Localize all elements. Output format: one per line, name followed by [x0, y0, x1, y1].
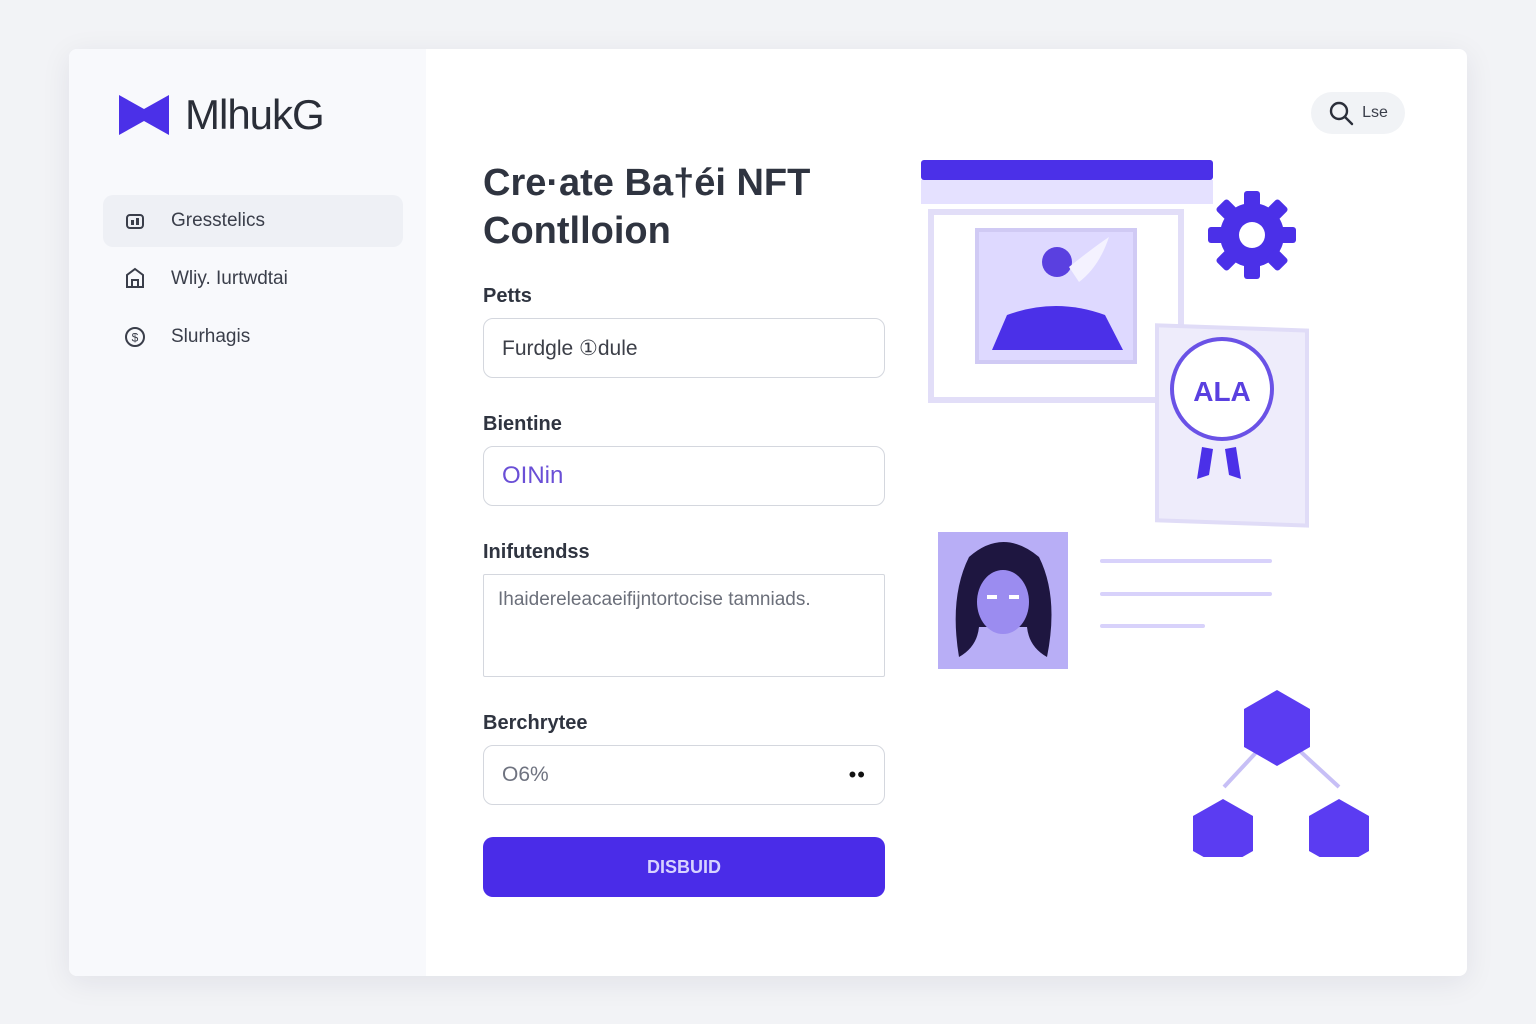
banner-shadow [921, 180, 1213, 204]
sidebar: MlhukG Gresstelics Wliy. Iurtwdtai $ Slu… [69, 49, 426, 976]
shield-icon [123, 267, 147, 291]
page-title: Cre·ate Ba†éi NFT Contlloion [483, 159, 885, 255]
create-nft-form: Cre·ate Ba†éi NFT Contlloion Petts Furdg… [483, 159, 885, 897]
bowtie-logo-icon [119, 95, 169, 135]
sidebar-nav: Gresstelics Wliy. Iurtwdtai $ Slurhagis [103, 195, 403, 369]
hex-network-icon [1193, 690, 1369, 857]
brand-name: MlhukG [185, 91, 325, 138]
brand-logo[interactable]: MlhukG [119, 91, 325, 139]
svg-text:$: $ [132, 331, 139, 345]
dollar-icon: $ [123, 325, 147, 349]
field1-label: Petts [483, 285, 532, 307]
search-button[interactable]: Lse [1311, 92, 1405, 134]
sidebar-item-1[interactable]: Wliy. Iurtwdtai [103, 253, 403, 305]
sidebar-item-label: Slurhagis [171, 326, 251, 347]
app-window: MlhukG Gresstelics Wliy. Iurtwdtai $ Slu… [69, 49, 1467, 976]
field3-value: Ihaidereleacaeifijntortocise tamniads. [498, 589, 811, 610]
page-title-line1: Cre·ate Ba†éi NFT [483, 162, 811, 204]
field1-input[interactable]: Furdgle ①dule [483, 318, 885, 378]
field4-value: O6% [502, 763, 549, 786]
page-title-line2: Contlloion [483, 210, 671, 252]
field3-label: Inifutendss [483, 541, 590, 563]
field2-label: Bientine [483, 413, 562, 435]
banner-bar [921, 160, 1213, 180]
text-line-2 [1100, 592, 1272, 596]
text-line-3 [1100, 624, 1205, 628]
gear-icon [1208, 191, 1296, 279]
search-icon [1329, 101, 1354, 126]
field4-select[interactable]: O6% •• [483, 745, 885, 805]
field2-input[interactable]: OINin [483, 446, 885, 506]
field1-value: Furdgle ①dule [502, 336, 638, 360]
sidebar-item-2[interactable]: $ Slurhagis [103, 311, 403, 363]
field4-label: Berchrytee [483, 712, 588, 734]
more-options-icon[interactable]: •• [849, 762, 866, 788]
field3-textarea[interactable]: Ihaidereleacaeifijntortocise tamniads. [483, 574, 885, 677]
submit-button-label: DISBUID [646, 856, 721, 877]
text-line-1 [1100, 559, 1272, 563]
chart-icon [123, 209, 147, 233]
badge-text: ALA [1193, 376, 1251, 407]
sidebar-item-label: Wliy. Iurtwdtai [171, 268, 288, 289]
nft-illustration: ALA [921, 160, 1369, 857]
field2-value: OINin [502, 462, 564, 489]
person-head [1042, 247, 1072, 277]
submit-button[interactable]: DISBUID [483, 837, 885, 897]
sidebar-item-label: Gresstelics [171, 210, 265, 231]
search-label: Lse [1362, 104, 1388, 121]
sidebar-item-0[interactable]: Gresstelics [103, 195, 403, 247]
